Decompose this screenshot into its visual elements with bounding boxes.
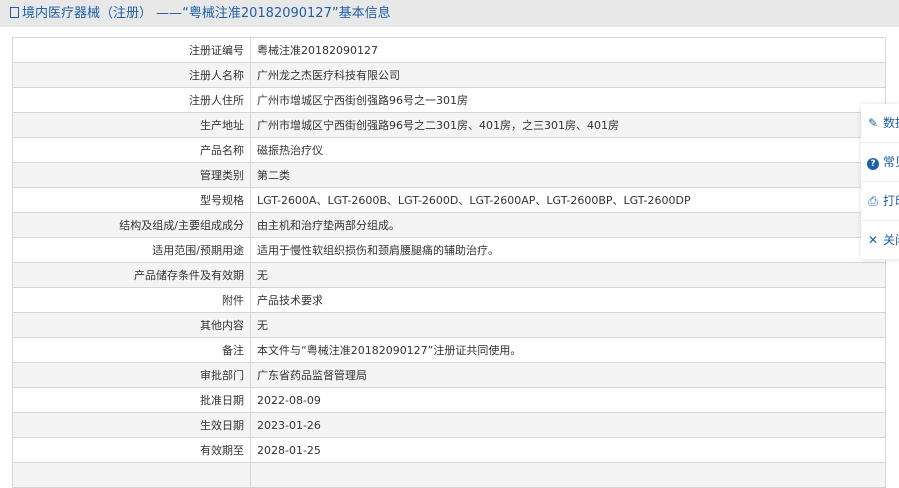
field-value: 产品技术要求 — [250, 287, 886, 313]
field-label: 注册人住所 — [12, 87, 251, 113]
table-row: 有效期至 2028-01-25 — [12, 437, 886, 463]
field-value: 适用于慢性软组织损伤和颈肩腰腿痛的辅助治疗。 — [250, 237, 886, 263]
table-row: 结构及组成/主要组成成分 由主机和治疗垫两部分组成。 — [12, 212, 886, 238]
field-value: 由主机和治疗垫两部分组成。 — [250, 212, 886, 238]
table-row: 生产地址 广州市增城区宁西街创强路96号之二301房、401房，之三301房、40… — [12, 112, 886, 138]
table-row: 审批部门 广东省药品监督管理局 — [12, 362, 886, 388]
close-icon: ✕ — [867, 233, 879, 247]
field-label: 其他内容 — [12, 312, 251, 338]
field-value: 广州市增城区宁西街创强路96号之一301房 — [250, 87, 886, 113]
field-value: 无 — [250, 312, 886, 338]
field-value — [250, 462, 886, 488]
table-row: 适用范围/预期用途 适用于慢性软组织损伤和颈肩腰腿痛的辅助治疗。 — [12, 237, 886, 263]
table-row: 注册人住所 广州市增城区宁西街创强路96号之一301房 — [12, 87, 886, 113]
field-value: 广东省药品监督管理局 — [250, 362, 886, 388]
field-label: 生效日期 — [12, 412, 251, 438]
document-icon — [10, 7, 19, 18]
table-row: 产品储存条件及有效期无 — [12, 262, 886, 288]
field-label: 产品储存条件及有效期 — [12, 262, 251, 288]
field-value: 无 — [250, 262, 886, 288]
table-row: 其他内容无 — [12, 312, 886, 338]
field-label: 批准日期 — [12, 387, 251, 413]
field-label: 型号规格 — [12, 187, 251, 213]
field-label: 备注 — [12, 337, 251, 363]
field-value: 第二类 — [250, 162, 886, 188]
field-label: 生产地址 — [12, 112, 251, 138]
table-row: 注册证编号 粤械注准20182090127 — [12, 37, 886, 63]
table-row: 备注 本文件与“粤械注准20182090127”注册证共同使用。 — [12, 337, 886, 363]
field-label: 产品名称 — [12, 137, 251, 163]
field-value: 2022-08-09 — [250, 387, 886, 413]
print-icon: ⎙ — [868, 194, 878, 208]
field-label: 管理类别 — [12, 162, 251, 188]
table-row: 管理类别 第二类 — [12, 162, 886, 188]
field-value: 2023-01-26 — [250, 412, 886, 438]
menu-item-faq[interactable]: ?常见 — [861, 143, 899, 182]
field-value: 2028-01-25 — [250, 437, 886, 463]
table-row: 型号规格 LGT-2600A、LGT-2600B、LGT-2600D、LGT-26… — [12, 187, 886, 213]
field-label: 注册人名称 — [12, 62, 251, 88]
menu-item-data[interactable]: ✎数据 — [861, 104, 899, 143]
menu-item-print[interactable]: ⎙打印 — [861, 182, 899, 221]
table-row: 批准日期 2022-08-09 — [12, 387, 886, 413]
table-row: 产品名称 磁振热治疗仪 — [12, 137, 886, 163]
menu-item-close[interactable]: ✕关闭 — [861, 221, 899, 260]
field-value: 粤械注准20182090127 — [250, 37, 886, 63]
field-value: 本文件与“粤械注准20182090127”注册证共同使用。 — [250, 337, 886, 363]
table-row: 注册人名称 广州龙之杰医疗科技有限公司 — [12, 62, 886, 88]
field-value: 广州龙之杰医疗科技有限公司 — [250, 62, 886, 88]
table-row: 生效日期 2023-01-26 — [12, 412, 886, 438]
field-label: 有效期至 — [12, 437, 251, 463]
field-label: 适用范围/预期用途 — [12, 237, 251, 263]
field-label: 附件 — [12, 287, 251, 313]
info-table: 注册证编号 粤械注准20182090127 注册人名称 广州龙之杰医疗科技有限公司 注册… — [12, 37, 886, 488]
field-label: 结构及组成/主要组成成分 — [12, 212, 251, 238]
field-label — [12, 462, 251, 488]
help-icon: ? — [866, 143, 880, 181]
edit-icon: ✎ — [867, 116, 879, 130]
page-header: 境内医疗器械（注册） ——“粤械注准20182090127”基本信息 — [0, 0, 899, 27]
floating-menu: ✎数据 ?常见 ⎙打印 ✕关闭 — [861, 104, 899, 260]
field-value: LGT-2600A、LGT-2600B、LGT-2600D、LGT-2600AP… — [250, 187, 886, 213]
page-title: 境内医疗器械（注册） ——“粤械注准20182090127”基本信息 — [22, 6, 391, 21]
field-value: 磁振热治疗仪 — [250, 137, 886, 163]
table-row: 附件 产品技术要求 — [12, 287, 886, 313]
field-label: 注册证编号 — [12, 37, 251, 63]
field-value: 广州市增城区宁西街创强路96号之二301房、401房，之三301房、401房 — [250, 112, 886, 138]
field-label: 审批部门 — [12, 362, 251, 388]
